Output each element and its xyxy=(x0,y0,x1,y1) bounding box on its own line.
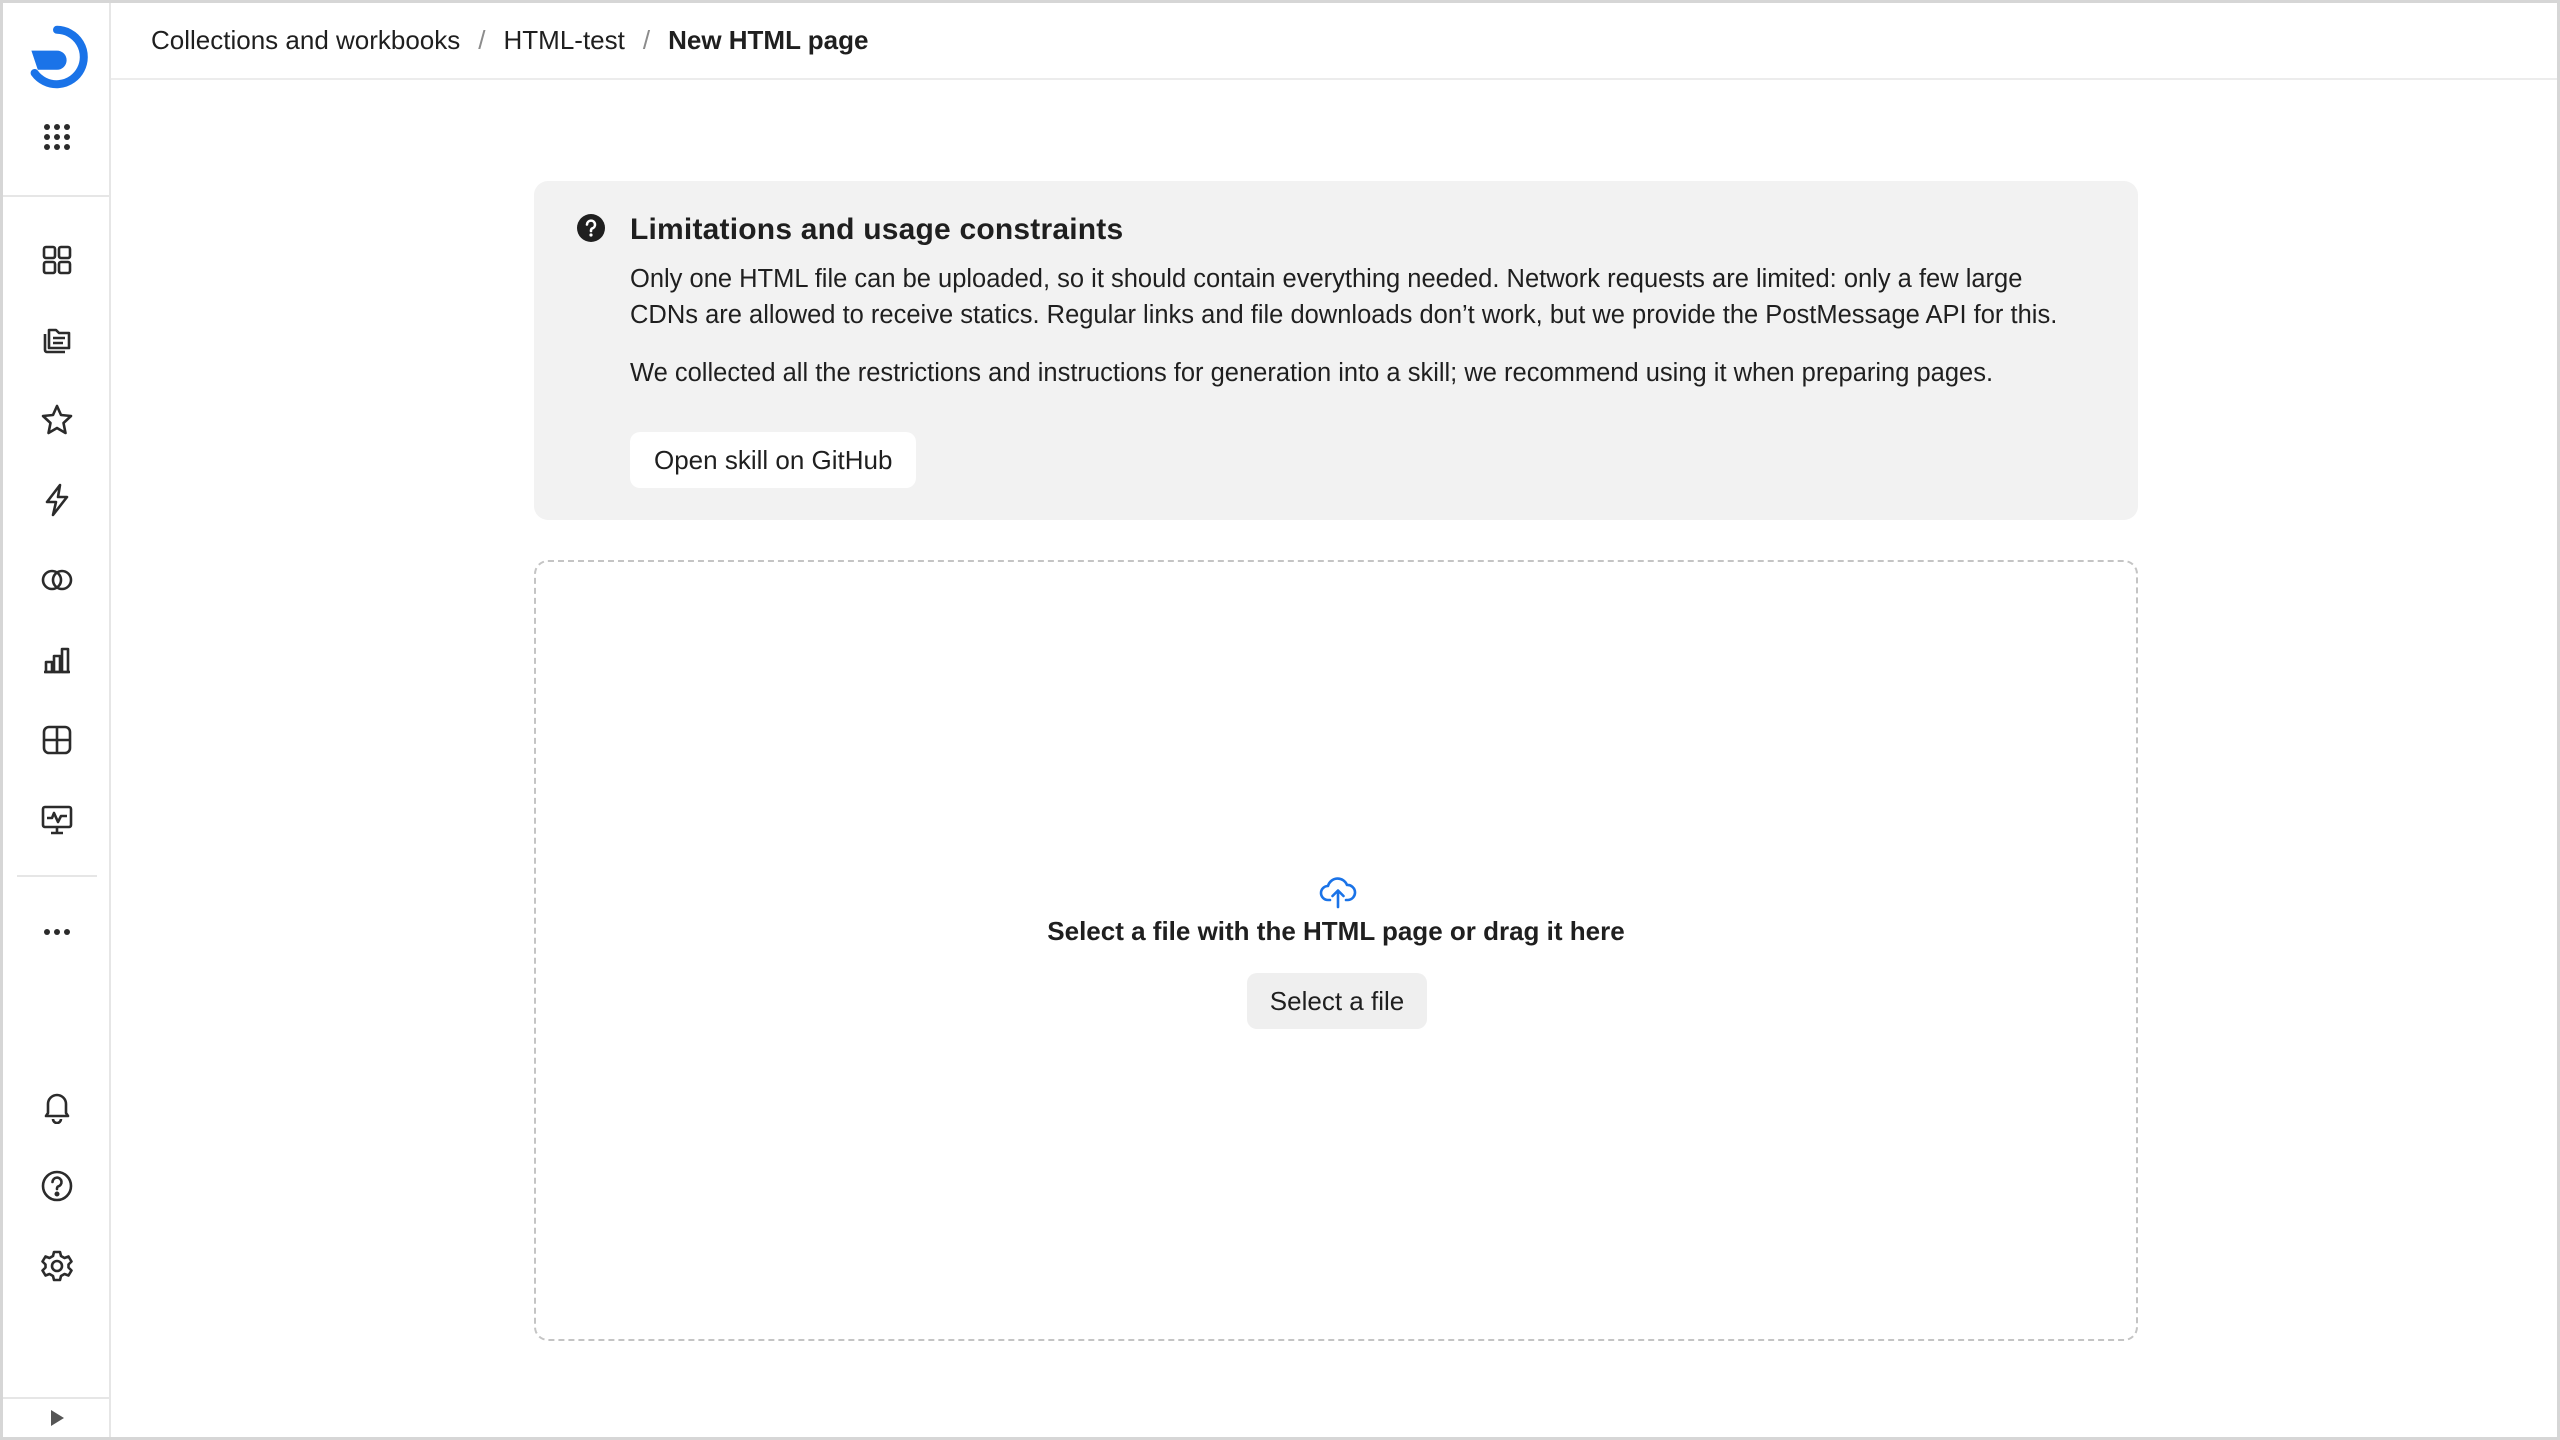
monitoring-icon[interactable] xyxy=(3,788,111,852)
breadcrumb-collections[interactable]: Collections and workbooks xyxy=(151,25,460,56)
sidebar-divider xyxy=(3,195,111,197)
info-paragraph: We collected all the restrictions and in… xyxy=(630,359,1994,387)
file-drop-zone[interactable]: Select a file with the HTML page or drag… xyxy=(534,560,2138,1341)
apps-grid-icon[interactable] xyxy=(3,105,111,169)
open-skill-github-button[interactable]: Open skill on GitHub xyxy=(630,432,917,488)
charts-icon[interactable] xyxy=(3,628,111,692)
sidebar-divider xyxy=(17,875,97,877)
cloud-upload-icon xyxy=(1319,877,1357,909)
question-circle-icon xyxy=(577,214,605,242)
breadcrumb-workbook[interactable]: HTML-test xyxy=(504,25,625,56)
info-paragraph: Only one HTML file can be uploaded, so i… xyxy=(630,265,2058,329)
favorites-star-icon[interactable] xyxy=(3,388,111,452)
connections-icon[interactable] xyxy=(3,548,111,612)
sidebar xyxy=(3,3,111,1437)
help-icon[interactable] xyxy=(3,1154,111,1218)
collapse-triangle-icon xyxy=(51,1410,64,1426)
breadcrumb-current-page: New HTML page xyxy=(668,25,869,55)
datasets-icon[interactable] xyxy=(3,708,111,772)
bell-icon[interactable] xyxy=(3,1074,111,1138)
dashboard-tiles-icon[interactable] xyxy=(3,228,111,292)
sidebar-collapse-button[interactable] xyxy=(3,1397,111,1437)
datalens-logo-icon[interactable] xyxy=(3,25,111,89)
more-icon[interactable] xyxy=(3,900,111,964)
info-title: Limitations and usage constraints xyxy=(630,213,1124,246)
breadcrumb: Collections and workbooks / HTML-test / … xyxy=(111,3,2557,80)
breadcrumb-separator: / xyxy=(642,25,651,55)
gear-icon[interactable] xyxy=(3,1234,111,1298)
limitations-info-card: Limitations and usage constraints Only o… xyxy=(534,181,2138,520)
breadcrumb-separator: / xyxy=(478,25,486,55)
select-file-button[interactable]: Select a file xyxy=(1247,973,1427,1029)
drop-zone-prompt: Select a file with the HTML page or drag… xyxy=(1047,916,1625,946)
lightning-icon[interactable] xyxy=(3,468,111,532)
collections-icon[interactable] xyxy=(3,308,111,372)
